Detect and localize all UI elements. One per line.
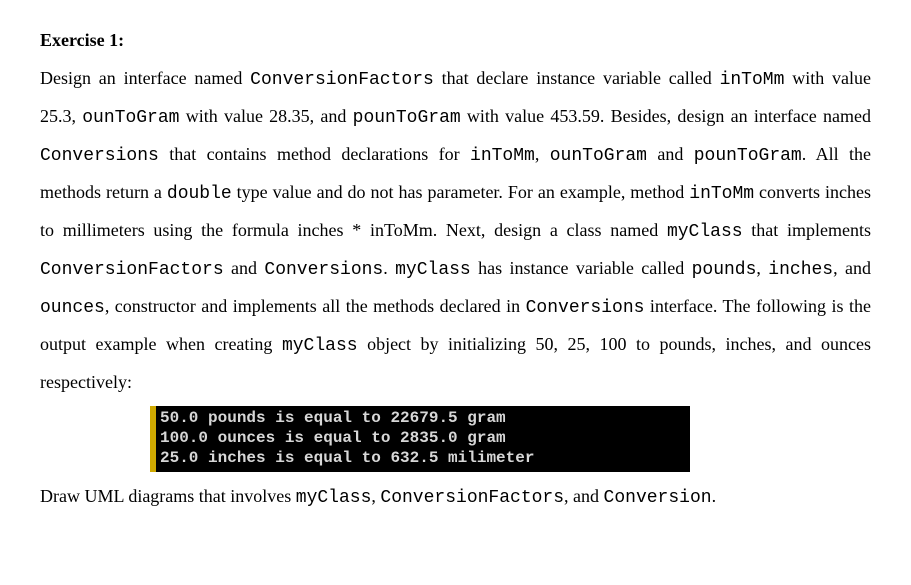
console-output: 50.0 pounds is equal to 22679.5 gram 100… [150,406,690,472]
code-run: pounds [692,260,757,280]
code-run: double [167,184,232,204]
text-run: and [647,144,694,164]
code-run: myClass [395,260,471,280]
text-run: that declare instance variable called [434,68,720,88]
text-run: that contains method declarations for [159,144,470,164]
code-run: ounces [40,298,105,318]
document-page: Exercise 1: Design an interface named Co… [0,0,911,516]
code-run: inToMm [689,184,754,204]
text-run: with value 28.35, and [179,106,352,126]
code-run: myClass [282,336,358,356]
text-run: . [383,258,395,278]
console-line: 25.0 inches is equal to 632.5 milimeter [160,448,686,468]
text-run: Draw UML diagrams that involves [40,486,296,506]
text-run: type value and do not has parameter. For… [232,182,690,202]
code-run: ConversionFactors [250,70,434,90]
code-run: pounToGram [694,146,802,166]
text-run: has instance variable called [471,258,692,278]
exercise-body-paragraph: Design an interface named ConversionFact… [40,60,871,400]
text-run: , constructor and implements all the met… [105,296,526,316]
console-line: 100.0 ounces is equal to 2835.0 gram [160,428,686,448]
text-run: , and [833,258,871,278]
code-run: Conversion [604,488,712,508]
text-run: Design an interface named [40,68,250,88]
code-run: Conversions [40,146,159,166]
exercise-heading: Exercise 1: [40,22,871,58]
code-run: ounToGram [550,146,647,166]
console-line: 50.0 pounds is equal to 22679.5 gram [160,408,686,428]
text-run: . [712,486,717,506]
code-run: myClass [296,488,372,508]
text-run: , and [564,486,604,506]
code-run: inches [768,260,833,280]
text-run: with value 453.59. Besides, design an in… [461,106,871,126]
code-run: ConversionFactors [40,260,224,280]
code-run: pounToGram [353,108,461,128]
text-run: and [224,258,265,278]
code-run: inToMm [720,70,785,90]
text-run: that implements [743,220,871,240]
text-run: , [756,258,768,278]
console-output-block: 50.0 pounds is equal to 22679.5 gram 100… [150,406,690,472]
code-run: myClass [667,222,743,242]
code-run: ConversionFactors [380,488,564,508]
code-run: ounToGram [82,108,179,128]
code-run: Conversions [526,298,645,318]
text-run: , [535,144,550,164]
code-run: inToMm [470,146,535,166]
code-run: Conversions [264,260,383,280]
uml-instruction-paragraph: Draw UML diagrams that involves myClass,… [40,478,871,516]
